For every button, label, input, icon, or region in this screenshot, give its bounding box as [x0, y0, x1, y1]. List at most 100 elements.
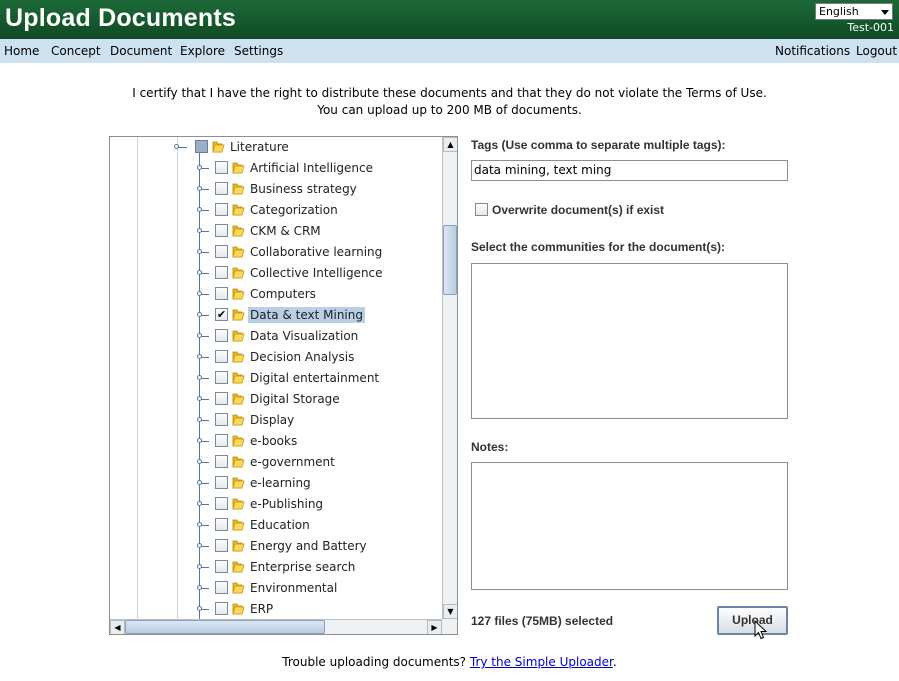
- expand-handle-icon[interactable]: [197, 459, 202, 464]
- tree-item-label[interactable]: Education: [248, 517, 312, 533]
- overwrite-checkbox[interactable]: [475, 203, 488, 216]
- tree-item-label[interactable]: Computers: [248, 286, 318, 302]
- expand-handle-icon[interactable]: [197, 312, 202, 317]
- tree-item-label[interactable]: Data & text Mining: [248, 307, 365, 323]
- tree-item-row[interactable]: Digital entertainment: [110, 368, 442, 389]
- nav-explore[interactable]: Explore: [180, 44, 225, 58]
- tree-item-checkbox[interactable]: [215, 182, 228, 195]
- expand-handle-icon[interactable]: [197, 207, 202, 212]
- tree-item-checkbox[interactable]: [215, 455, 228, 468]
- expand-handle-icon[interactable]: [197, 291, 202, 296]
- tree-item-row[interactable]: Artificial Intelligence: [110, 158, 442, 179]
- tree-item-checkbox[interactable]: [215, 518, 228, 531]
- notes-textarea[interactable]: [471, 462, 788, 590]
- tree-item-checkbox[interactable]: [215, 245, 228, 258]
- tree-item-label[interactable]: Collaborative learning: [248, 244, 384, 260]
- scroll-right-button[interactable]: ▶: [427, 620, 442, 634]
- tree-item-row[interactable]: Computers: [110, 284, 442, 305]
- tree-item-checkbox[interactable]: [215, 602, 228, 615]
- tree-item-row[interactable]: Digital Storage: [110, 389, 442, 410]
- tree-item-row[interactable]: ✔ Data & text Mining: [110, 305, 442, 326]
- tree-item-checkbox[interactable]: [215, 476, 228, 489]
- expand-handle-icon[interactable]: [197, 354, 202, 359]
- expand-handle-icon[interactable]: [197, 522, 202, 527]
- tree-item-row[interactable]: e-Publishing: [110, 494, 442, 515]
- tree-item-row[interactable]: e-learning: [110, 473, 442, 494]
- tags-input[interactable]: data mining, text ming: [471, 160, 788, 181]
- collapse-handle-icon[interactable]: [174, 144, 179, 149]
- vertical-scrollbar[interactable]: ▲ ▼: [442, 137, 457, 619]
- communities-list[interactable]: [471, 263, 788, 419]
- tree-item-checkbox[interactable]: [215, 371, 228, 384]
- tree-item-checkbox[interactable]: [215, 329, 228, 342]
- expand-handle-icon[interactable]: [197, 165, 202, 170]
- tree-item-label[interactable]: Display: [248, 412, 296, 428]
- expand-handle-icon[interactable]: [197, 375, 202, 380]
- tree-item-row[interactable]: Collective Intelligence: [110, 263, 442, 284]
- tree-item-row[interactable]: Energy and Battery: [110, 536, 442, 557]
- scroll-up-button[interactable]: ▲: [443, 137, 457, 152]
- expand-handle-icon[interactable]: [197, 249, 202, 254]
- tree-item-label[interactable]: CKM & CRM: [248, 223, 323, 239]
- tree-item-label[interactable]: Enterprise search: [248, 559, 357, 575]
- folder-tree[interactable]: Literature Artificial Intelligence Busines…: [109, 136, 458, 635]
- tree-item-checkbox[interactable]: [215, 287, 228, 300]
- tree-item-row[interactable]: e-books: [110, 431, 442, 452]
- tree-item-checkbox[interactable]: [215, 392, 228, 405]
- tree-root-label[interactable]: Literature: [228, 139, 291, 155]
- expand-handle-icon[interactable]: [197, 501, 202, 506]
- tree-item-checkbox[interactable]: [215, 224, 228, 237]
- horizontal-scrollbar[interactable]: ◀ ▶: [110, 619, 442, 634]
- expand-handle-icon[interactable]: [197, 585, 202, 590]
- tree-item-row[interactable]: Business strategy: [110, 179, 442, 200]
- tree-root-checkbox[interactable]: [195, 140, 208, 153]
- expand-handle-icon[interactable]: [197, 186, 202, 191]
- expand-handle-icon[interactable]: [197, 606, 202, 611]
- tree-item-checkbox[interactable]: [215, 434, 228, 447]
- expand-handle-icon[interactable]: [197, 438, 202, 443]
- upload-button[interactable]: Upload: [717, 606, 788, 635]
- tree-item-row[interactable]: Enterprise search: [110, 557, 442, 578]
- tree-item-label[interactable]: Data Visualization: [248, 328, 360, 344]
- tree-item-label[interactable]: e-government: [248, 454, 337, 470]
- expand-handle-icon[interactable]: [197, 333, 202, 338]
- expand-handle-icon[interactable]: [197, 396, 202, 401]
- horizontal-scroll-thumb[interactable]: [125, 620, 325, 634]
- tree-item-label[interactable]: Environmental: [248, 580, 339, 596]
- tree-item-label[interactable]: Digital Storage: [248, 391, 342, 407]
- tree-item-checkbox[interactable]: [215, 560, 228, 573]
- tree-item-label[interactable]: Artificial Intelligence: [248, 160, 375, 176]
- scroll-down-button[interactable]: ▼: [443, 604, 457, 619]
- tree-item-checkbox[interactable]: [215, 350, 228, 363]
- tree-item-row[interactable]: Display: [110, 410, 442, 431]
- nav-notifications[interactable]: Notifications: [775, 44, 850, 58]
- tree-item-label[interactable]: Business strategy: [248, 181, 359, 197]
- tree-item-checkbox[interactable]: [215, 497, 228, 510]
- tree-item-row[interactable]: Decision Analysis: [110, 347, 442, 368]
- nav-logout[interactable]: Logout: [856, 44, 897, 58]
- tree-item-label[interactable]: Digital entertainment: [248, 370, 381, 386]
- tree-item-label[interactable]: Energy and Battery: [248, 538, 369, 554]
- vertical-scroll-thumb[interactable]: [443, 225, 457, 295]
- tree-item-checkbox[interactable]: [215, 413, 228, 426]
- tree-item-label[interactable]: e-Publishing: [248, 496, 325, 512]
- tree-item-row[interactable]: CKM & CRM: [110, 221, 442, 242]
- expand-handle-icon[interactable]: [197, 480, 202, 485]
- tree-item-checkbox[interactable]: [215, 581, 228, 594]
- expand-handle-icon[interactable]: [197, 270, 202, 275]
- nav-concept[interactable]: Concept: [51, 44, 101, 58]
- tree-item-label[interactable]: e-learning: [248, 475, 313, 491]
- tree-item-checkbox[interactable]: [215, 161, 228, 174]
- tree-item-row[interactable]: Data Visualization: [110, 326, 442, 347]
- tree-item-label[interactable]: Decision Analysis: [248, 349, 356, 365]
- tree-item-checkbox[interactable]: [215, 539, 228, 552]
- language-select[interactable]: English: [815, 3, 893, 20]
- nav-home[interactable]: Home: [4, 44, 39, 58]
- tree-item-row[interactable]: Education: [110, 515, 442, 536]
- expand-handle-icon[interactable]: [197, 228, 202, 233]
- tree-item-label[interactable]: Collective Intelligence: [248, 265, 385, 281]
- tree-item-checkbox[interactable]: [215, 266, 228, 279]
- tree-item-label[interactable]: Categorization: [248, 202, 340, 218]
- tree-item-checkbox[interactable]: [215, 203, 228, 216]
- tree-item-row[interactable]: Categorization: [110, 200, 442, 221]
